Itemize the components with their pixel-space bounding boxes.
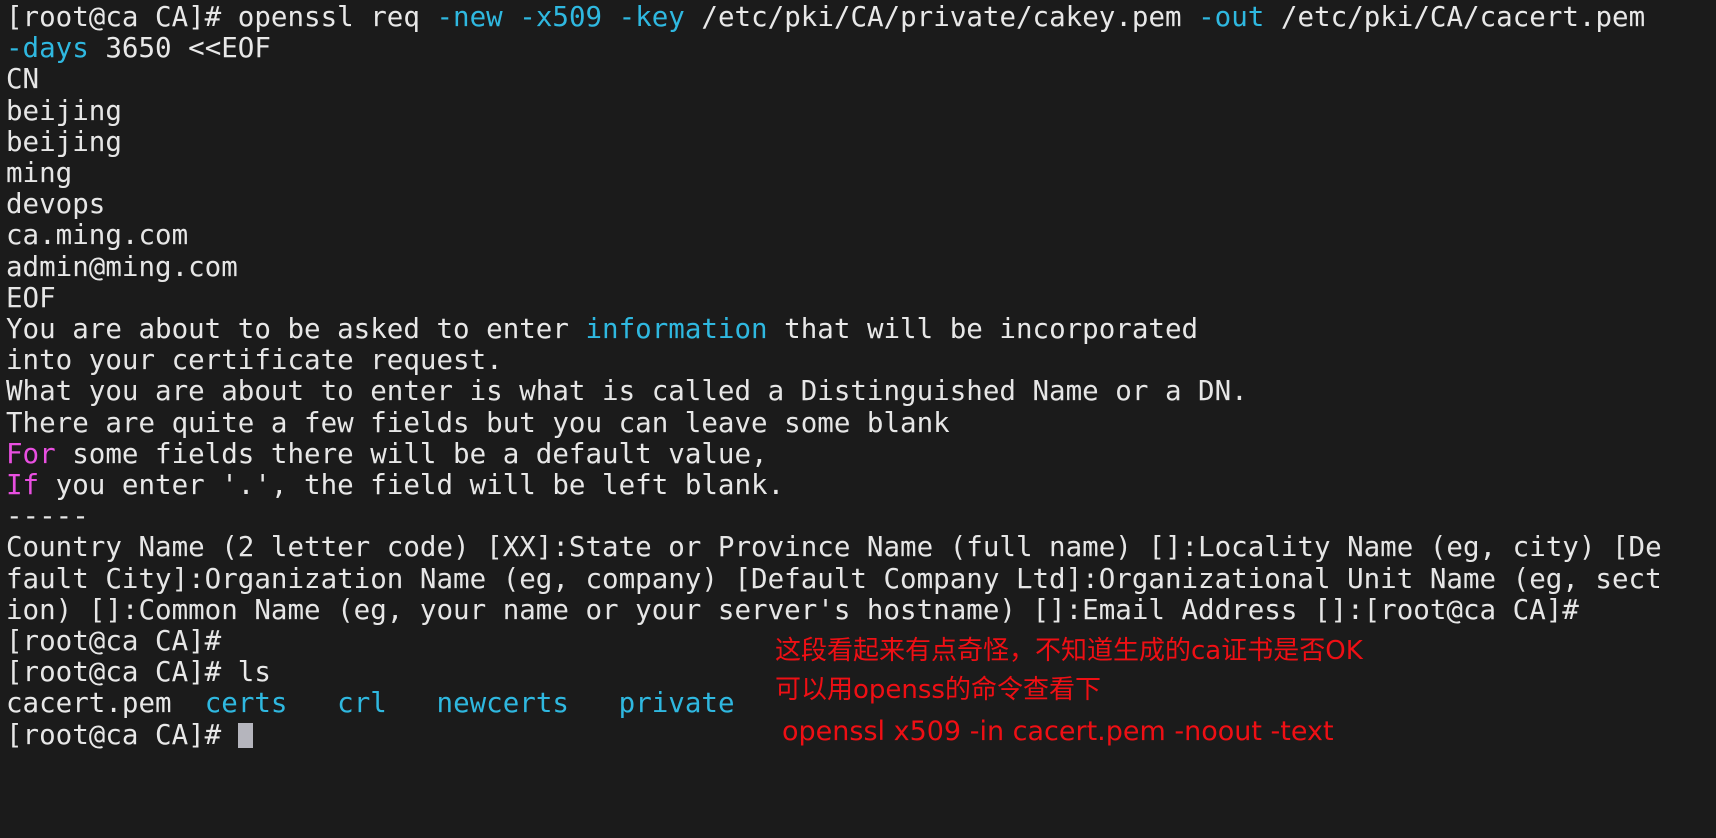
dir-certs: certs bbox=[204, 687, 288, 720]
terminal-line-command: [root@ca CA]# openssl req -new -x509 -ke… bbox=[6, 1, 1716, 33]
flag-key: -key bbox=[618, 1, 685, 33]
output-line-default-value: For some fields there will be a default … bbox=[6, 437, 1716, 470]
annotation-note-line-2: 可以用openss的命令查看下 bbox=[775, 675, 1101, 705]
shell-prompt: [root@ca CA]# bbox=[6, 718, 238, 751]
prompt-wrap-line-1: Country Name (2 letter code) [XX]:State … bbox=[6, 531, 1662, 564]
annotation-note-line-1: 这段看起来有点奇怪，不知道生成的ca证书是否OK bbox=[775, 636, 1363, 666]
heredoc-input-state: beijing bbox=[6, 94, 122, 127]
file-cacert-pem: cacert.pem bbox=[6, 687, 172, 720]
flag-out: -out bbox=[1198, 1, 1265, 33]
output-line-intro-2: into your certificate request. bbox=[6, 344, 503, 377]
flag-new: -new bbox=[436, 1, 503, 33]
shell-prompt: [root@ca CA]# bbox=[6, 656, 238, 689]
keyword-if: If bbox=[6, 469, 40, 502]
heredoc-input-locality: beijing bbox=[6, 125, 122, 158]
output-line-blank-field: If you enter '.', the field will be left… bbox=[6, 469, 1716, 502]
keyword-for: For bbox=[6, 437, 56, 470]
blank-field-text: you enter '.', the field will be left bl… bbox=[39, 469, 785, 502]
text-cursor bbox=[237, 722, 253, 748]
out-path: /etc/pki/CA/cacert.pem bbox=[1264, 1, 1646, 33]
keyword-information: information bbox=[585, 313, 768, 346]
prompt-wrap-line-3: ion) []:Common Name (eg, your name or yo… bbox=[6, 593, 1579, 626]
annotation-suggested-command: openssl x509 -in cacert.pem -noout -text bbox=[782, 716, 1334, 747]
intro-text-b: that will be incorporated bbox=[767, 313, 1199, 346]
heredoc-input-commonname: ca.ming.com bbox=[6, 219, 189, 252]
prompt-wrap-line-2: fault City]:Organization Name (eg, compa… bbox=[6, 562, 1662, 595]
key-path: /etc/pki/CA/private/cakey.pem bbox=[684, 1, 1199, 33]
heredoc-input-country: CN bbox=[6, 63, 40, 96]
command-openssl-req: openssl req bbox=[237, 1, 437, 33]
shell-prompt: [root@ca CA]# bbox=[6, 1, 238, 33]
output-line-intro-4: There are quite a few fields but you can… bbox=[6, 406, 950, 439]
dir-newcerts: newcerts bbox=[436, 687, 569, 720]
heredoc-input-orgunit: devops bbox=[6, 188, 106, 221]
flag-days: -days bbox=[6, 32, 89, 65]
dir-private: private bbox=[618, 687, 735, 720]
intro-text-a: You are about to be asked to enter bbox=[6, 313, 586, 346]
flag-x509: -x509 bbox=[519, 1, 603, 33]
heredoc-input-organization: ming bbox=[6, 157, 73, 190]
heredoc-input-email: admin@ming.com bbox=[6, 250, 238, 283]
output-line-intro-1: You are about to be asked to enter infor… bbox=[6, 313, 1716, 346]
command-ls: ls bbox=[237, 656, 271, 689]
terminal-window[interactable]: [root@ca CA]# openssl req -new -x509 -ke… bbox=[0, 0, 1716, 838]
dir-crl: crl bbox=[337, 687, 387, 720]
days-value-heredoc: 3650 <<EOF bbox=[88, 32, 271, 65]
default-value-text: some fields there will be a default valu… bbox=[55, 437, 768, 470]
heredoc-terminator: EOF bbox=[6, 281, 56, 314]
terminal-line-command-cont: -days 3650 <<EOF bbox=[6, 33, 1716, 64]
output-line-intro-3: What you are about to enter is what is c… bbox=[6, 375, 1248, 408]
output-separator-dashes: ----- bbox=[6, 500, 89, 533]
